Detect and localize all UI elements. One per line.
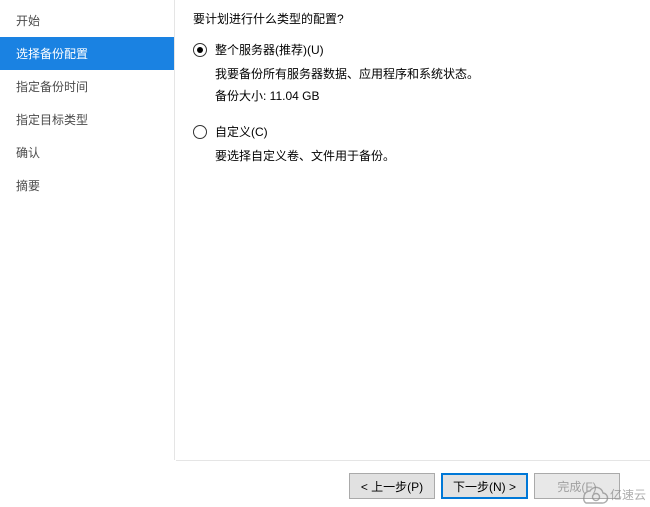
sidebar-item-backup-config[interactable]: 选择备份配置 xyxy=(0,37,174,70)
option-custom-label: 自定义(C) xyxy=(215,123,268,140)
wizard-sidebar: 开始 选择备份配置 指定备份时间 指定目标类型 确认 摘要 xyxy=(0,0,175,460)
watermark-logo: 亿速云 xyxy=(576,479,646,507)
next-button[interactable]: 下一步(N) > xyxy=(441,473,528,499)
option-custom-desc1: 要选择自定义卷、文件用于备份。 xyxy=(215,146,632,168)
sidebar-item-backup-time[interactable]: 指定备份时间 xyxy=(0,70,174,103)
radio-full-server[interactable] xyxy=(193,43,207,57)
option-full-server: 整个服务器(推荐)(U) 我要备份所有服务器数据、应用程序和系统状态。 备份大小… xyxy=(193,41,632,107)
option-custom: 自定义(C) 要选择自定义卷、文件用于备份。 xyxy=(193,123,632,168)
config-question: 要计划进行什么类型的配置? xyxy=(193,10,632,27)
sidebar-item-confirm[interactable]: 确认 xyxy=(0,136,174,169)
sidebar-item-start[interactable]: 开始 xyxy=(0,4,174,37)
radio-custom[interactable] xyxy=(193,125,207,139)
option-full-server-label: 整个服务器(推荐)(U) xyxy=(215,41,324,58)
main-panel: 要计划进行什么类型的配置? 整个服务器(推荐)(U) 我要备份所有服务器数据、应… xyxy=(175,0,650,460)
prev-button[interactable]: < 上一步(P) xyxy=(349,473,435,499)
divider xyxy=(176,460,650,461)
sidebar-item-target-type[interactable]: 指定目标类型 xyxy=(0,103,174,136)
svg-text:亿速云: 亿速云 xyxy=(610,487,646,502)
option-full-server-desc1: 我要备份所有服务器数据、应用程序和系统状态。 xyxy=(215,64,632,86)
sidebar-item-summary[interactable]: 摘要 xyxy=(0,169,174,202)
option-full-server-desc2: 备份大小: 11.04 GB xyxy=(215,86,632,108)
